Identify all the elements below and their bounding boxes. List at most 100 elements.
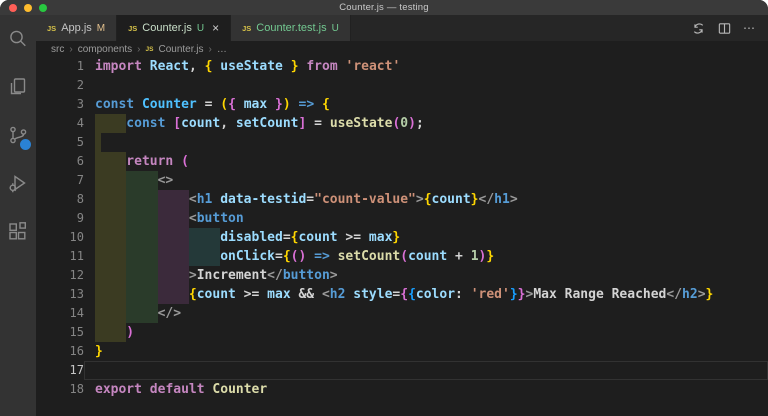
breadcrumb-item-src[interactable]: src (51, 44, 64, 55)
tab-label: Counter.js (142, 22, 192, 34)
code-text: <h1 data-testid="count-value">{count}</h… (84, 190, 768, 209)
run-debug-icon (6, 171, 30, 195)
tab-app-js[interactable]: JS App.js M (36, 15, 117, 41)
code-text: onClick={() => setCount(count + 1)} (84, 247, 768, 266)
indent-rainbow-block (95, 209, 126, 228)
indent-rainbow-block (95, 171, 126, 190)
close-window-button[interactable] (9, 4, 17, 12)
indent-rainbow-block (126, 190, 157, 209)
indent-rainbow-block (95, 152, 126, 171)
line-number: 7 (36, 171, 84, 190)
code-line[interactable]: 4const [count, setCount] = useState(0); (36, 114, 768, 133)
code-text: const [count, setCount] = useState(0); (84, 114, 768, 133)
code-line[interactable]: 12>Increment</button> (36, 266, 768, 285)
code-text: <> (84, 171, 768, 190)
activitybar-search[interactable] (0, 15, 36, 63)
indent-rainbow-block (95, 266, 126, 285)
code-line[interactable]: 6return ( (36, 152, 768, 171)
line-number: 16 (36, 342, 84, 361)
vscode-window: Counter.js — testing (0, 0, 768, 416)
git-untracked-badge: U (197, 23, 204, 34)
js-file-icon: JS (47, 24, 56, 33)
indent-rainbow-block (95, 133, 101, 152)
line-number: 5 (36, 133, 84, 152)
code-text: >Increment</button> (84, 266, 768, 285)
line-number: 15 (36, 323, 84, 342)
line-number: 17 (36, 361, 84, 380)
line-number: 9 (36, 209, 84, 228)
line-number: 1 (36, 57, 84, 76)
indent-rainbow-block (95, 228, 126, 247)
code-line[interactable]: 1import React, { useState } from 'react' (36, 57, 768, 76)
tab-label: App.js (61, 22, 92, 34)
maximize-window-button[interactable] (39, 4, 47, 12)
tab-bar: JS App.js M JS Counter.js U × JS Counter… (36, 15, 768, 41)
activitybar-run-debug[interactable] (0, 159, 36, 207)
indent-rainbow-block (95, 323, 126, 342)
minimize-window-button[interactable] (24, 4, 32, 12)
indent-rainbow-block (95, 114, 126, 133)
code-editor[interactable]: 1import React, { useState } from 'react'… (36, 57, 768, 416)
tab-counter-js[interactable]: JS Counter.js U × (117, 15, 231, 41)
indent-rainbow-block (126, 171, 157, 190)
code-line[interactable]: 9<button (36, 209, 768, 228)
code-line[interactable]: 7<> (36, 171, 768, 190)
code-text: </> (84, 304, 768, 323)
editor-actions: ⋯ (679, 15, 768, 41)
activitybar-source-control[interactable] (0, 111, 36, 159)
code-text: <button (84, 209, 768, 228)
code-text: import React, { useState } from 'react' (84, 57, 768, 76)
tab-label: Counter.test.js (256, 22, 326, 34)
line-number: 14 (36, 304, 84, 323)
code-line[interactable]: 2 (36, 76, 768, 95)
indent-rainbow-block (158, 285, 189, 304)
indent-rainbow-block (158, 190, 189, 209)
indent-rainbow-block (189, 228, 220, 247)
indent-rainbow-block (126, 247, 157, 266)
window-title: Counter.js — testing (339, 2, 429, 13)
code-line[interactable]: 3const Counter = ({ max }) => { (36, 95, 768, 114)
js-file-icon: JS (146, 46, 154, 53)
code-line[interactable]: 5 (36, 133, 768, 152)
close-tab-icon[interactable]: × (212, 22, 219, 34)
line-number: 10 (36, 228, 84, 247)
line-number: 4 (36, 114, 84, 133)
code-line[interactable]: 13{count >= max && <h2 style={{color: 'r… (36, 285, 768, 304)
breadcrumb-item-components[interactable]: components (78, 44, 132, 55)
split-editor-icon[interactable] (717, 21, 732, 36)
indent-rainbow-block (158, 247, 189, 266)
git-untracked-badge: U (332, 23, 339, 34)
line-number: 3 (36, 95, 84, 114)
code-line[interactable]: 15) (36, 323, 768, 342)
activity-bar (0, 15, 36, 416)
code-text: {count >= max && <h2 style={{color: 'red… (84, 285, 768, 304)
code-line[interactable]: 18export default Counter (36, 380, 768, 399)
breadcrumb-separator: › (69, 44, 72, 55)
code-text: const Counter = ({ max }) => { (84, 95, 768, 114)
line-number: 6 (36, 152, 84, 171)
activitybar-extensions[interactable] (0, 207, 36, 255)
activitybar-explorer[interactable] (0, 63, 36, 111)
tab-counter-test-js[interactable]: JS Counter.test.js U (231, 15, 351, 41)
breadcrumb-separator: › (209, 44, 212, 55)
code-text: ) (84, 323, 768, 342)
more-actions-icon[interactable]: ⋯ (743, 22, 756, 34)
code-line[interactable]: 16} (36, 342, 768, 361)
code-line[interactable]: 14</> (36, 304, 768, 323)
search-icon (6, 27, 30, 51)
code-text (84, 133, 768, 152)
code-lines: 1import React, { useState } from 'react'… (36, 57, 768, 399)
code-text (84, 76, 768, 95)
line-number: 2 (36, 76, 84, 95)
code-line[interactable]: 17 (36, 361, 768, 380)
js-file-icon: JS (128, 24, 137, 33)
breadcrumb-item-symbol[interactable]: … (217, 44, 227, 55)
open-changes-icon[interactable] (691, 21, 706, 36)
code-line[interactable]: 8<h1 data-testid="count-value">{count}</… (36, 190, 768, 209)
indent-rainbow-block (126, 228, 157, 247)
indent-rainbow-block (95, 285, 126, 304)
code-text: export default Counter (84, 380, 768, 399)
code-line[interactable]: 10disabled={count >= max} (36, 228, 768, 247)
code-line[interactable]: 11onClick={() => setCount(count + 1)} (36, 247, 768, 266)
breadcrumb-item-file[interactable]: Counter.js (158, 44, 203, 55)
